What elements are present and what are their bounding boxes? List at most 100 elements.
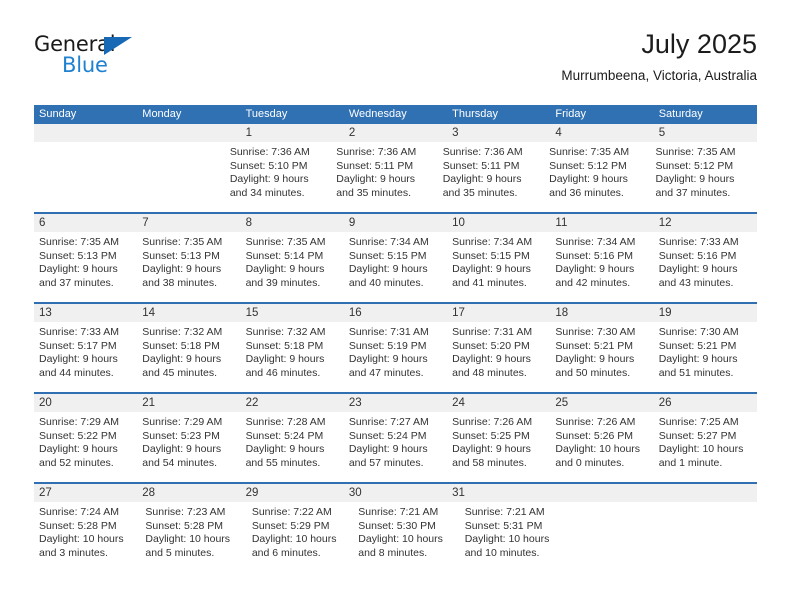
day-cell-16[interactable]: Sunrise: 7:31 AM Sunset: 5:19 PM Daylight:… [344, 322, 447, 392]
day-number-28[interactable]: 28 [137, 484, 240, 502]
day-number-24[interactable]: 24 [447, 394, 550, 412]
calendar-week-row: 20 21 22 23 24 25 26 Sunrise: 7:29 AM Sunset: 5:… [34, 392, 757, 482]
day-number-22[interactable]: 22 [241, 394, 344, 412]
day-cell-10[interactable]: Sunrise: 7:34 AM Sunset: 5:15 PM Daylight:… [447, 232, 550, 302]
day-cell-empty [550, 484, 653, 502]
day-cell-5[interactable]: Sunrise: 7:35 AM Sunset: 5:12 PM Daylight:… [651, 142, 757, 212]
calendar-week-row: 1 2 3 4 5 Sunrise: 7:36 AM Sunset: 5:10 PM Dayl… [34, 124, 757, 212]
day-number-23[interactable]: 23 [344, 394, 447, 412]
day-number-20[interactable]: 20 [34, 394, 137, 412]
day-number-3[interactable]: 3 [447, 124, 550, 142]
day-number-9[interactable]: 9 [344, 214, 447, 232]
day-cell-1[interactable]: Sunrise: 7:36 AM Sunset: 5:10 PM Daylight:… [225, 142, 331, 212]
day-number-6[interactable]: 6 [34, 214, 137, 232]
day-number-2[interactable]: 2 [344, 124, 447, 142]
daylight-line-1-text: Daylight: 9 hours [142, 263, 222, 276]
day-cell-26[interactable]: Sunrise: 7:25 AM Sunset: 5:27 PM Daylight:… [654, 412, 757, 482]
calendar-page: General Blue July 2025 Murrumbeena, Vict… [0, 0, 792, 612]
day-cell-20[interactable]: Sunrise: 7:29 AM Sunset: 5:22 PM Daylight:… [34, 412, 137, 482]
daylight-line-2-text: and 40 minutes. [348, 276, 424, 289]
daylight-line-1-text: Daylight: 9 hours [658, 353, 738, 366]
day-number-8[interactable]: 8 [241, 214, 344, 232]
daylight-line-2-text: and 44 minutes. [39, 366, 114, 379]
logo-triangle-icon [104, 37, 132, 55]
day-number-16[interactable]: 16 [344, 304, 447, 322]
sunset-text: Sunset: 5:28 PM [39, 519, 117, 532]
day-number-25[interactable]: 25 [550, 394, 653, 412]
daylight-line-2-text: and 54 minutes. [142, 456, 217, 469]
daylight-line-2-text: and 50 minutes. [555, 366, 631, 379]
day-cell-4[interactable]: Sunrise: 7:35 AM Sunset: 5:12 PM Daylight:… [544, 142, 650, 212]
day-number-10[interactable]: 10 [447, 214, 550, 232]
daylight-line-1-text: Daylight: 9 hours [549, 173, 628, 186]
day-cell-3[interactable]: Sunrise: 7:36 AM Sunset: 5:11 PM Daylight:… [438, 142, 544, 212]
sunset-text: Sunset: 5:31 PM [464, 519, 543, 532]
day-number-4[interactable]: 4 [550, 124, 653, 142]
sunset-text: Sunset: 5:20 PM [452, 339, 530, 352]
day-cell-21[interactable]: Sunrise: 7:29 AM Sunset: 5:23 PM Daylight:… [137, 412, 240, 482]
day-number-12[interactable]: 12 [654, 214, 757, 232]
day-cell-25[interactable]: Sunrise: 7:26 AM Sunset: 5:26 PM Daylight:… [550, 412, 653, 482]
day-number-14[interactable]: 14 [137, 304, 240, 322]
sunrise-text: Sunrise: 7:34 AM [555, 236, 636, 248]
daylight-line-1-text: Daylight: 9 hours [658, 263, 738, 276]
day-details-band: Sunrise: 7:29 AM Sunset: 5:22 PM Daylight:… [34, 412, 757, 482]
daylight-line-2-text: and 35 minutes. [442, 186, 518, 199]
daylight-line-1-text: Daylight: 10 hours [464, 533, 550, 546]
day-cell-empty [566, 502, 661, 572]
sunset-text: Sunset: 5:16 PM [658, 249, 737, 262]
daylight-line-1-text: Daylight: 9 hours [348, 443, 428, 456]
sunrise-text: Sunrise: 7:29 AM [39, 416, 119, 428]
day-cell-29[interactable]: Sunrise: 7:22 AM Sunset: 5:29 PM Daylight:… [247, 502, 353, 572]
sunrise-text: Sunrise: 7:24 AM [39, 506, 119, 518]
day-cell-14[interactable]: Sunrise: 7:32 AM Sunset: 5:18 PM Daylight:… [137, 322, 240, 392]
sunset-text: Sunset: 5:13 PM [142, 249, 220, 262]
day-number-11[interactable]: 11 [550, 214, 653, 232]
day-cell-23[interactable]: Sunrise: 7:27 AM Sunset: 5:24 PM Daylight:… [344, 412, 447, 482]
day-cell-2[interactable]: Sunrise: 7:36 AM Sunset: 5:11 PM Daylight:… [331, 142, 437, 212]
day-cell-empty [662, 502, 757, 572]
day-number-7[interactable]: 7 [137, 214, 240, 232]
daylight-line-1-text: Daylight: 9 hours [39, 443, 118, 456]
daylight-line-1-text: Daylight: 9 hours [39, 263, 118, 276]
day-cell-7[interactable]: Sunrise: 7:35 AM Sunset: 5:13 PM Daylight:… [137, 232, 240, 302]
day-number-30[interactable]: 30 [344, 484, 447, 502]
day-cell-30[interactable]: Sunrise: 7:21 AM Sunset: 5:30 PM Daylight:… [353, 502, 459, 572]
daylight-line-1-text: Daylight: 10 hours [145, 533, 231, 546]
sunset-text: Sunset: 5:29 PM [251, 519, 330, 532]
sunrise-text: Sunrise: 7:23 AM [145, 506, 226, 518]
day-cell-15[interactable]: Sunrise: 7:32 AM Sunset: 5:18 PM Daylight:… [241, 322, 344, 392]
day-cell-17[interactable]: Sunrise: 7:31 AM Sunset: 5:20 PM Daylight:… [447, 322, 550, 392]
day-cell-8[interactable]: Sunrise: 7:35 AM Sunset: 5:14 PM Daylight:… [241, 232, 344, 302]
day-cell-12[interactable]: Sunrise: 7:33 AM Sunset: 5:16 PM Daylight:… [654, 232, 757, 302]
day-number-27[interactable]: 27 [34, 484, 137, 502]
day-cell-27[interactable]: Sunrise: 7:24 AM Sunset: 5:28 PM Daylight:… [34, 502, 140, 572]
daylight-line-2-text: and 0 minutes. [555, 456, 625, 469]
day-number-26[interactable]: 26 [654, 394, 757, 412]
daylight-line-2-text: and 55 minutes. [245, 456, 321, 469]
daylight-line-2-text: and 48 minutes. [452, 366, 527, 379]
day-number-21[interactable]: 21 [137, 394, 240, 412]
day-number-17[interactable]: 17 [447, 304, 550, 322]
day-cell-13[interactable]: Sunrise: 7:33 AM Sunset: 5:17 PM Daylight:… [34, 322, 137, 392]
day-number-5[interactable]: 5 [654, 124, 757, 142]
day-number-15[interactable]: 15 [241, 304, 344, 322]
day-cell-31[interactable]: Sunrise: 7:21 AM Sunset: 5:31 PM Daylight:… [460, 502, 566, 572]
day-number-31[interactable]: 31 [447, 484, 550, 502]
day-cell-9[interactable]: Sunrise: 7:34 AM Sunset: 5:15 PM Daylight:… [344, 232, 447, 302]
day-cell-18[interactable]: Sunrise: 7:30 AM Sunset: 5:21 PM Daylight:… [550, 322, 653, 392]
day-cell-19[interactable]: Sunrise: 7:30 AM Sunset: 5:21 PM Daylight:… [654, 322, 757, 392]
day-number-29[interactable]: 29 [241, 484, 344, 502]
day-cell-6[interactable]: Sunrise: 7:35 AM Sunset: 5:13 PM Daylight:… [34, 232, 137, 302]
day-cell-24[interactable]: Sunrise: 7:26 AM Sunset: 5:25 PM Daylight:… [447, 412, 550, 482]
day-cell-11[interactable]: Sunrise: 7:34 AM Sunset: 5:16 PM Daylight:… [550, 232, 653, 302]
day-number-13[interactable]: 13 [34, 304, 137, 322]
day-cell-22[interactable]: Sunrise: 7:28 AM Sunset: 5:24 PM Daylight:… [241, 412, 344, 482]
sunset-text: Sunset: 5:14 PM [245, 249, 324, 262]
day-number-1[interactable]: 1 [241, 124, 344, 142]
general-blue-logo: General Blue [34, 32, 234, 88]
day-cell-28[interactable]: Sunrise: 7:23 AM Sunset: 5:28 PM Daylight:… [140, 502, 246, 572]
day-number-18[interactable]: 18 [550, 304, 653, 322]
sunset-text: Sunset: 5:17 PM [39, 339, 117, 352]
day-number-19[interactable]: 19 [654, 304, 757, 322]
